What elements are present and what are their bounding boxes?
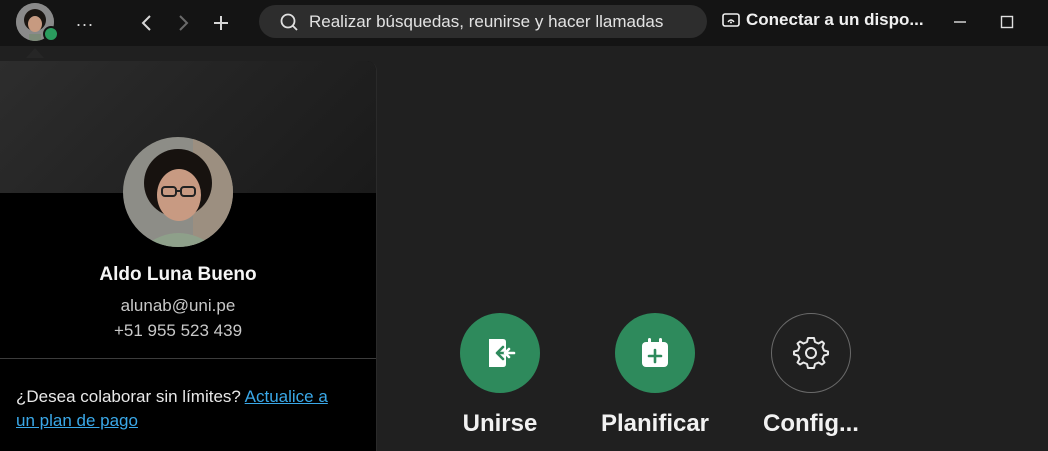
schedule-button[interactable]	[615, 313, 695, 393]
profile-phone: +51 955 523 439	[113, 321, 243, 340]
search-placeholder: Realizar búsquedas, reunirse y hacer lla…	[309, 12, 664, 31]
minimize-icon	[954, 21, 966, 23]
presence-available-icon	[43, 26, 59, 42]
plus-icon	[214, 16, 228, 30]
maximize-button[interactable]	[995, 10, 1019, 34]
schedule-label: Planificar	[600, 410, 710, 437]
search-icon	[280, 13, 298, 31]
settings-button[interactable]	[771, 313, 851, 393]
calendar-plus-icon	[642, 338, 668, 367]
join-button[interactable]	[460, 313, 540, 393]
flyout-pointer	[26, 48, 44, 58]
user-photo-icon	[123, 137, 233, 247]
settings-label: Config...	[763, 410, 859, 437]
schedule-action[interactable]: Planificar	[575, 313, 735, 438]
profile-name: Aldo Luna Bueno	[99, 264, 257, 285]
join-icon	[489, 339, 516, 367]
settings-action[interactable]: Config...	[731, 313, 891, 438]
profile-email: alunab@uni.pe	[120, 296, 236, 315]
gear-icon	[793, 337, 829, 369]
connect-device-label: Conectar a un dispo...	[746, 10, 924, 29]
cast-device-icon	[722, 13, 740, 27]
title-bar: ... Realizar búsquedas, reunirse y hacer…	[0, 0, 1048, 46]
maximize-icon	[1000, 15, 1014, 29]
divider	[0, 358, 376, 359]
more-options-button[interactable]: ...	[76, 10, 94, 31]
connect-device-button[interactable]: Conectar a un dispo...	[722, 10, 924, 30]
upsell-text: ¿Desea colaborar sin límites?	[16, 387, 245, 406]
profile-photo	[123, 137, 233, 247]
chevron-right-icon	[179, 15, 189, 31]
new-button[interactable]	[207, 9, 235, 37]
minimize-button[interactable]	[948, 10, 972, 34]
profile-flyout: Aldo Luna Bueno alunab@uni.pe +51 955 52…	[0, 61, 377, 451]
back-button[interactable]	[133, 9, 161, 37]
chevron-left-icon	[141, 15, 151, 31]
join-action[interactable]: Unirse	[420, 313, 580, 438]
forward-button[interactable]	[169, 9, 197, 37]
upsell-message: ¿Desea colaborar sin límites? Actualice …	[16, 385, 346, 433]
search-input[interactable]: Realizar búsquedas, reunirse y hacer lla…	[259, 5, 707, 38]
join-label: Unirse	[462, 410, 538, 437]
